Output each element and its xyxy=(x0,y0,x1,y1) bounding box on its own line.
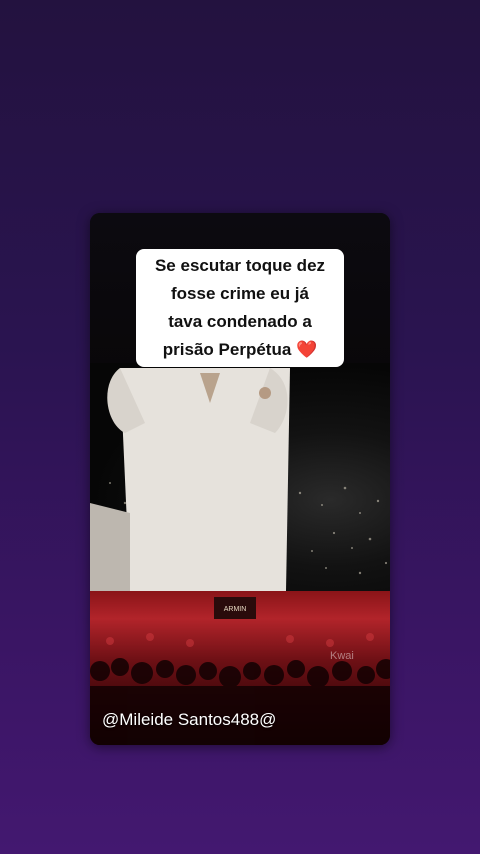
caption-line-1: Se escutar toque dez xyxy=(154,256,326,275)
username-label[interactable]: @Mileide Santos488@ xyxy=(102,710,276,730)
caption-line-4-text: prisão Perpétua xyxy=(162,340,292,359)
caption-line-4: prisão Perpétua ❤️ xyxy=(136,336,344,364)
kwai-watermark: Kwai xyxy=(330,650,354,662)
caption-box: Se escutar toque dez fosse crime eu já t… xyxy=(136,249,344,367)
heart-icon: ❤️ xyxy=(296,340,318,359)
caption-line-3: tava condenado a xyxy=(168,312,312,331)
video-card[interactable]: ARMIN Se escutar toque dez fosse crime e… xyxy=(90,213,390,745)
stage-lights-sparkles xyxy=(90,368,388,591)
svg-text:ARMIN: ARMIN xyxy=(224,606,247,613)
caption-line-2: fosse crime eu já xyxy=(171,284,309,303)
performer-figure xyxy=(90,368,290,591)
